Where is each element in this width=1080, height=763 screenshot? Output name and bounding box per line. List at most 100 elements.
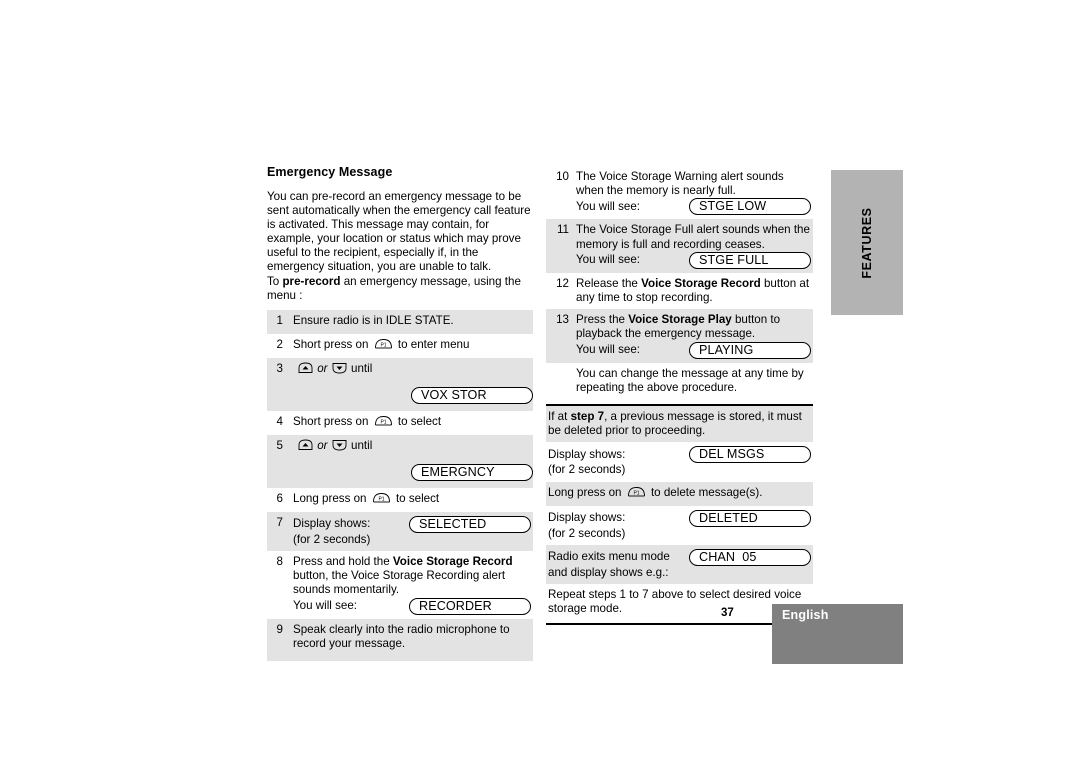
- table-row: 12 Release the Voice Storage Record butt…: [546, 272, 813, 310]
- svg-text:P1: P1: [380, 419, 386, 425]
- p1-button-icon: P1: [374, 338, 393, 349]
- svg-text:P1: P1: [378, 496, 384, 502]
- language-label: English: [782, 608, 829, 622]
- lcd-display: STGE LOW: [689, 198, 811, 216]
- step-text-line-3: You will see:: [576, 343, 641, 357]
- note-bold: step 7: [570, 410, 605, 424]
- step-text-line-3: You will see:: [576, 199, 641, 213]
- svg-text:P1: P1: [380, 342, 386, 348]
- table-row: 13 Press the Voice Storage Play button t…: [546, 309, 813, 363]
- note-suffix: , a previous message is stored, it must: [604, 410, 802, 424]
- lcd-display: STGE FULL: [689, 251, 811, 269]
- note-line-2: be deleted prior to proceeding.: [548, 424, 706, 438]
- step-text-suffix: button to: [731, 313, 781, 327]
- table-row: 8 Press and hold the Voice Storage Recor…: [267, 550, 533, 619]
- step-text-after-icon: to delete message(s).: [650, 485, 763, 499]
- step-text-line-2: when the memory is nearly full.: [576, 184, 736, 198]
- intro-line-3: is activated. This message may contain, …: [267, 218, 490, 232]
- p1-button-icon: P1: [627, 486, 646, 497]
- step-text-line-3: sounds momentarily.: [293, 583, 400, 597]
- step-text-line-2: any time to stop recording.: [576, 291, 713, 305]
- step-text-line-2: button, the Voice Storage Recording aler…: [293, 569, 506, 583]
- step-text-line-1: The Voice Storage Full alert sounds when…: [576, 223, 810, 237]
- intro-line-1: You can pre-record an emergency message …: [267, 190, 522, 203]
- table-row: 2 Short press on P1 to enter menu: [267, 333, 533, 358]
- step-text-after-icon: to select: [397, 414, 442, 428]
- step-text-line-2: memory is full and recording ceases.: [576, 237, 765, 251]
- step-text-line-2: (for 2 seconds): [548, 526, 626, 540]
- up-arrow-button-icon: [298, 439, 313, 451]
- step-text-line-1: Display shows:: [548, 447, 626, 461]
- table-row: You can change the message at any time b…: [546, 362, 813, 405]
- step-text-before-icon: Long press on: [548, 485, 622, 499]
- table-row: 10 The Voice Storage Warning alert sound…: [546, 170, 813, 220]
- table-row: Radio exits menu mode CHAN 05 and displa…: [546, 544, 813, 585]
- intro-line-5: useful to the recipient, especially if, …: [267, 246, 479, 260]
- step-text-line-3: You will see:: [576, 253, 641, 267]
- step-text-line-1: The Voice Storage Warning alert sounds: [576, 170, 784, 183]
- step-text-line-1: Display shows:: [293, 517, 371, 531]
- features-side-tab-label: FEATURES: [860, 206, 874, 279]
- intro-lead-bold: pre-record: [282, 274, 341, 288]
- or-label: or: [317, 361, 328, 375]
- step-text-suffix: button at: [760, 276, 810, 290]
- step-text-prefix: Release the: [576, 276, 642, 290]
- step-text-before-icon: Long press on: [293, 491, 367, 505]
- down-arrow-button-icon: [332, 439, 347, 451]
- step-text-after-icon: to select: [395, 491, 440, 505]
- step-text-line-4: You will see:: [293, 598, 358, 612]
- step-text-before-icon: Short press on: [293, 414, 369, 428]
- lcd-display: EMERGNCY: [411, 463, 533, 481]
- note-block: If at step 7, a previous message is stor…: [546, 406, 813, 443]
- down-arrow-button-icon: [332, 362, 347, 374]
- intro-line-4: example, your location or status which m…: [267, 232, 521, 246]
- manual-page: Emergency Message You can pre-record an …: [0, 0, 1080, 763]
- step-text-line-2: playback the emergency message.: [576, 327, 756, 341]
- intro-lead-prefix: To: [267, 274, 283, 288]
- step-number: 10: [556, 170, 569, 183]
- step-text-prefix: Press the: [576, 313, 629, 327]
- step-number: 9: [276, 622, 283, 636]
- up-arrow-button-icon: [298, 362, 313, 374]
- lcd-display: CHAN 05: [689, 548, 811, 566]
- table-row: Display shows: DELETED (for 2 seconds): [546, 505, 813, 545]
- lcd-display: RECORDER: [409, 597, 531, 615]
- or-label: or: [317, 438, 328, 452]
- step-text-bold: Voice Storage Play: [628, 313, 732, 327]
- lcd-display: SELECTED: [409, 515, 531, 533]
- step-number: 6: [276, 491, 283, 505]
- step-text-before-icon: Short press on: [293, 337, 369, 351]
- lcd-display: VOX STOR: [411, 386, 533, 404]
- step-text-line-2: (for 2 seconds): [293, 532, 371, 546]
- step-text-line-1: Speak clearly into the radio microphone …: [293, 622, 510, 636]
- step-number: 3: [276, 361, 283, 375]
- p1-button-icon: P1: [372, 492, 391, 503]
- table-row: 6 Long press on P1 to select: [267, 487, 533, 512]
- step-text-line-2: record your message.: [293, 636, 406, 650]
- step-text-bold: Voice Storage Record: [392, 554, 513, 568]
- table-row: 3 or until VOX STOR: [267, 357, 533, 411]
- step-text-line-2: (for 2 seconds): [548, 463, 626, 477]
- step-text-line-1: Display shows:: [548, 511, 626, 525]
- lcd-display: PLAYING: [689, 341, 811, 359]
- table-row: Display shows: DEL MSGS (for 2 seconds): [546, 442, 813, 482]
- step-text-after: until: [351, 438, 373, 452]
- step-text-line-1: Repeat steps 1 to 7 above to select desi…: [548, 588, 802, 602]
- step-text-after: until: [351, 361, 373, 375]
- step-number: 8: [276, 554, 283, 568]
- step-text-line-2: and display shows e.g.:: [548, 565, 669, 579]
- step-number: 13: [556, 313, 569, 327]
- intro-paragraph: You can pre-record an emergency message …: [267, 190, 533, 303]
- svg-text:P1: P1: [633, 490, 639, 496]
- intro-lead-line: To pre-record an emergency message, usin…: [267, 275, 533, 289]
- step-number: 1: [276, 313, 283, 327]
- step-text-line-1: You can change the message at any time b…: [576, 366, 804, 380]
- lcd-display: DEL MSGS: [689, 446, 811, 464]
- step-number: 11: [556, 223, 569, 237]
- intro-line-6: emergency situation, you are unable to t…: [267, 260, 492, 274]
- language-band: English: [772, 604, 903, 664]
- intro-lead-suffix: an emergency message, using the: [340, 274, 521, 288]
- left-column: Emergency Message You can pre-record an …: [267, 165, 533, 661]
- step-text: Ensure radio is in IDLE STATE.: [293, 313, 454, 327]
- intro-line-2: sent automatically when the emergency ca…: [267, 204, 531, 218]
